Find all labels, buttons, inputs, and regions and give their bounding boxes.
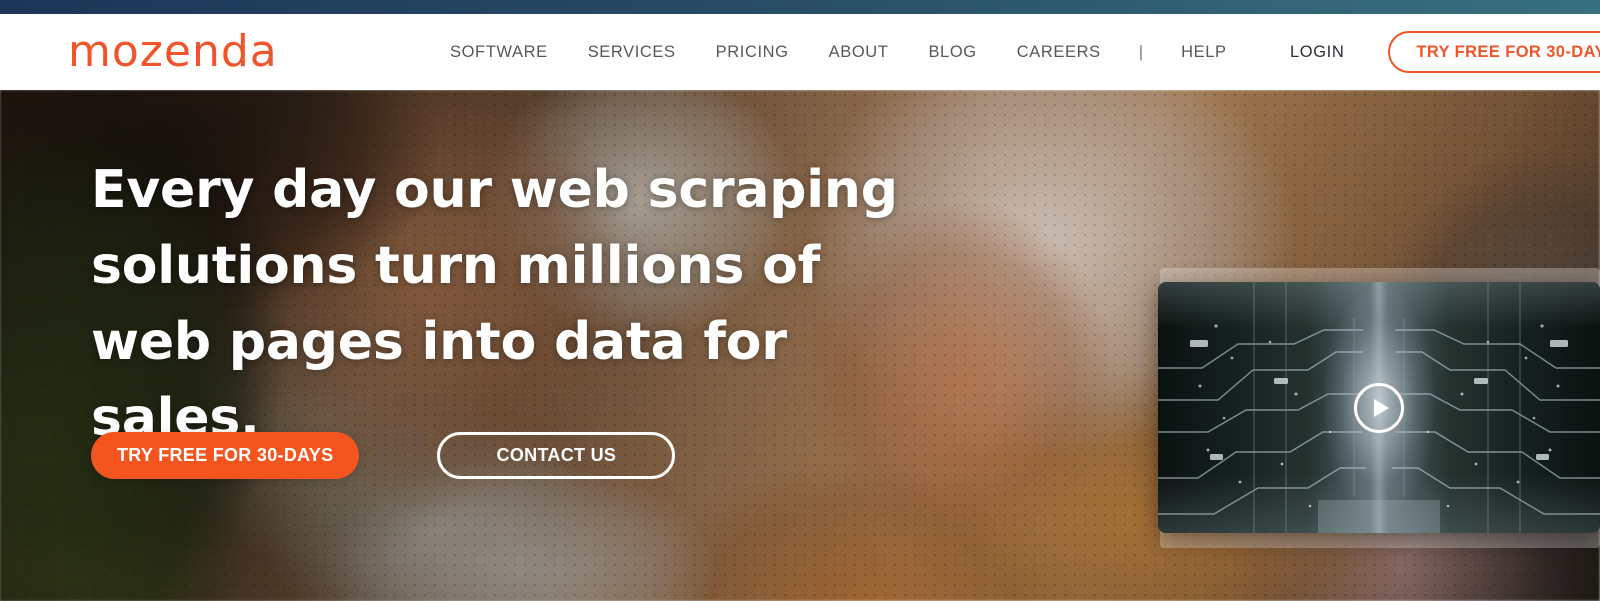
hero-trial-button[interactable]: TRY FREE FOR 30-DAYS <box>91 432 360 479</box>
hero-section: Every day our web scraping solutions tur… <box>0 90 1600 601</box>
play-icon[interactable] <box>1354 382 1404 433</box>
primary-navigation: SOFTWARE SERVICES PRICING ABOUT BLOG CAR… <box>430 42 1247 62</box>
hero-headline: Every day our web scraping solutions tur… <box>91 160 898 448</box>
hero-cta-group: TRY FREE FOR 30-DAYS CONTACT US <box>91 432 676 479</box>
nav-item-about[interactable]: ABOUT <box>809 43 909 62</box>
nav-item-services[interactable]: SERVICES <box>568 43 696 62</box>
nav-separator: | <box>1138 42 1144 61</box>
nav-item-help[interactable]: HELP <box>1161 43 1247 62</box>
play-triangle-glyph <box>1373 398 1389 417</box>
header-actions: LOGIN TRY FREE FOR 30-DAYS <box>1290 31 1600 73</box>
top-accent-bar <box>0 0 1600 14</box>
nav-item-blog[interactable]: BLOG <box>908 43 996 62</box>
nav-item-pricing[interactable]: PRICING <box>696 43 809 62</box>
hero-video-card[interactable] <box>1158 282 1600 533</box>
header-trial-button[interactable]: TRY FREE FOR 30-DAYS <box>1388 31 1600 73</box>
nav-item-careers[interactable]: CAREERS <box>997 43 1121 62</box>
login-link[interactable]: LOGIN <box>1290 43 1344 62</box>
site-header: mozenda SOFTWARE SERVICES PRICING ABOUT … <box>0 14 1600 90</box>
mozenda-logo[interactable]: mozenda <box>68 30 278 74</box>
nav-item-software[interactable]: SOFTWARE <box>430 43 568 62</box>
hero-contact-button[interactable]: CONTACT US <box>437 432 676 479</box>
